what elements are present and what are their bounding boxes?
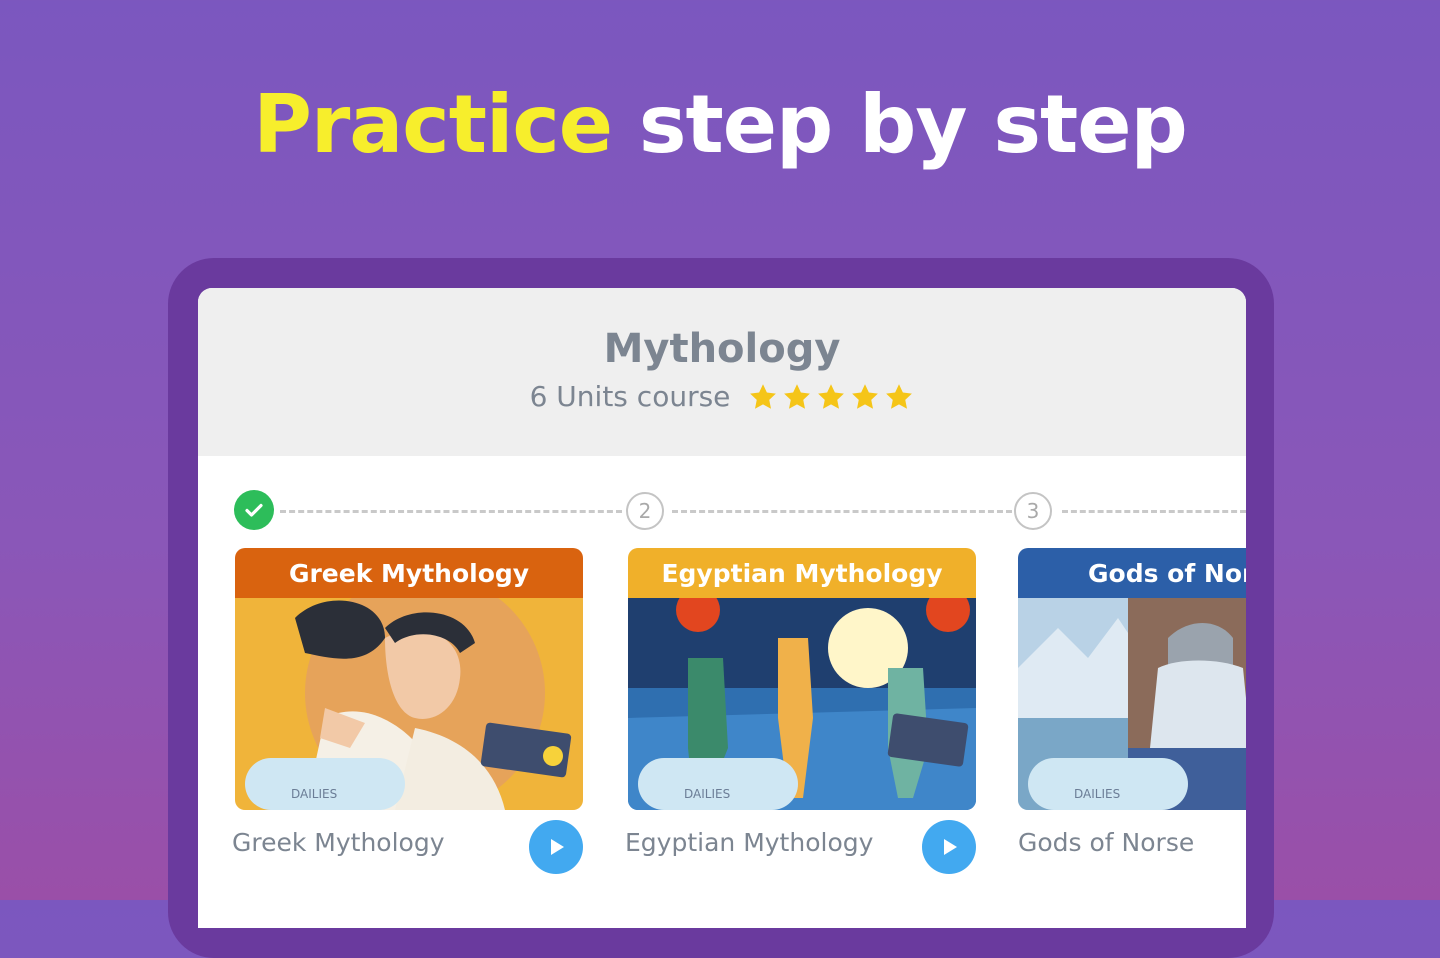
unit-card-title: Egyptian Mythology bbox=[628, 548, 976, 598]
course-subtitle-row: 6 Units course bbox=[198, 380, 1246, 413]
play-icon bbox=[551, 839, 564, 855]
star-icon bbox=[750, 383, 777, 409]
greek-mythology-illustration: DAILIES bbox=[235, 598, 583, 810]
step-completed bbox=[234, 490, 274, 530]
step-connector bbox=[280, 510, 622, 513]
star-icon bbox=[886, 383, 913, 409]
unit-card[interactable]: Greek Mythology DAILIES bbox=[235, 548, 583, 810]
star-icon bbox=[818, 383, 845, 409]
headline-rest: step by step bbox=[638, 78, 1188, 171]
course-title: Mythology bbox=[603, 326, 841, 372]
headline: Practice step by step bbox=[0, 78, 1440, 171]
star-icon bbox=[852, 383, 879, 409]
unit-name: Greek Mythology bbox=[232, 828, 445, 857]
unit-card[interactable]: Gods of Norse DAILIES bbox=[1018, 548, 1246, 810]
brand-badge: DAILIES bbox=[684, 787, 730, 801]
norse-mythology-illustration: DAILIES bbox=[1018, 598, 1246, 810]
star-icon bbox=[784, 383, 811, 409]
step-number: 2 bbox=[626, 492, 664, 530]
brand-badge: DAILIES bbox=[291, 787, 337, 801]
unit-card-title: Greek Mythology bbox=[235, 548, 583, 598]
play-button[interactable] bbox=[922, 820, 976, 874]
rating-stars bbox=[748, 382, 914, 412]
step-connector bbox=[1062, 510, 1246, 513]
headline-accent: Practice bbox=[253, 78, 613, 171]
brand-badge: DAILIES bbox=[1074, 787, 1120, 801]
unit-card[interactable]: Egyptian Mythology DAILIES bbox=[628, 548, 976, 810]
play-button[interactable] bbox=[529, 820, 583, 874]
step-connector bbox=[672, 510, 1012, 513]
course-header: Mythology 6 Units course bbox=[198, 288, 1246, 456]
unit-card-title: Gods of Norse bbox=[1018, 548, 1246, 598]
unit-name: Gods of Norse bbox=[1018, 828, 1195, 857]
step-number: 3 bbox=[1014, 492, 1052, 530]
course-screen: Mythology 6 Units course 2 3 Greek Mytho… bbox=[198, 288, 1246, 928]
check-icon bbox=[245, 503, 263, 517]
play-icon bbox=[944, 839, 957, 855]
course-subtitle: 6 Units course bbox=[529, 380, 731, 413]
unit-name: Egyptian Mythology bbox=[625, 828, 874, 857]
egyptian-mythology-illustration: DAILIES bbox=[628, 598, 976, 810]
